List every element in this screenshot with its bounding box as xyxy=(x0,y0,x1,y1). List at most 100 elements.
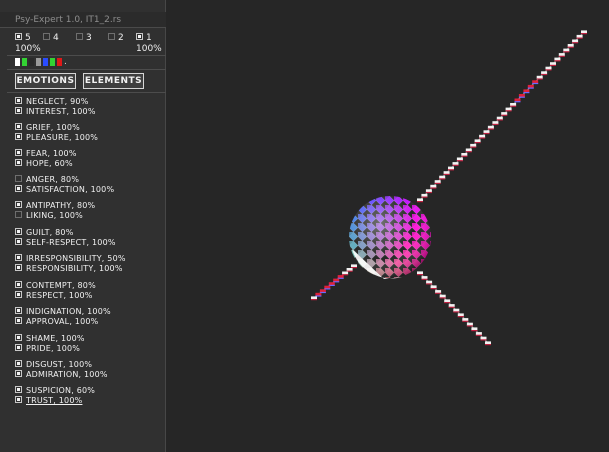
axis-bead-edge xyxy=(527,87,534,89)
checkbox-icon xyxy=(15,123,22,130)
emotion-label: LIKING, 100% xyxy=(26,211,83,220)
axis-bead-edge xyxy=(514,101,521,103)
checkbox-icon xyxy=(15,307,22,314)
axis-bead-edge xyxy=(453,311,460,313)
axis-bead-edge xyxy=(434,182,441,184)
color-swatch[interactable] xyxy=(57,58,62,66)
checkbox-icon xyxy=(136,33,143,40)
emotion-item[interactable]: ANGER, 80% xyxy=(15,175,114,185)
sphere-facet xyxy=(429,240,431,251)
emotion-item[interactable]: PRIDE, 100% xyxy=(15,344,85,354)
emotion-item[interactable]: CONTEMPT, 80% xyxy=(15,281,96,291)
axis-bead-edge xyxy=(439,297,446,299)
checkbox-icon xyxy=(108,33,115,40)
axis-bead-edge xyxy=(465,151,472,153)
sphere-facet xyxy=(349,196,354,201)
sphere-facet xyxy=(429,267,431,278)
axis-bead-edge xyxy=(501,114,508,116)
checkbox-icon xyxy=(15,317,22,324)
emotion-item[interactable]: SHAME, 100% xyxy=(15,334,85,344)
axis-bead-edge xyxy=(430,288,437,290)
emotion-label: CONTEMPT, 80% xyxy=(26,281,96,290)
color-swatch[interactable] xyxy=(29,58,34,66)
emotion-item[interactable]: APPROVAL, 100% xyxy=(15,317,111,327)
axis-bead-edge xyxy=(448,306,455,308)
emotion-item[interactable]: SATISFACTION, 100% xyxy=(15,185,114,195)
axis-bead-edge xyxy=(487,128,494,130)
checkbox-icon xyxy=(15,291,22,298)
emotion-label: DISGUST, 100% xyxy=(26,360,93,369)
emotion-item[interactable]: INTEREST, 100% xyxy=(15,107,96,117)
emotion-item[interactable]: GUILT, 80% xyxy=(15,228,116,238)
emotion-item[interactable]: HOPE, 60% xyxy=(15,159,77,169)
axis-bead-edge xyxy=(475,334,482,336)
emotion-item[interactable]: INDIGNATION, 100% xyxy=(15,307,111,317)
range-max-value: 100% xyxy=(136,44,162,54)
emotion-label: TRUST, 100% xyxy=(26,396,83,405)
sphere-facet xyxy=(429,258,431,269)
axis-bead-edge xyxy=(550,64,556,66)
emotion-item[interactable]: DISGUST, 100% xyxy=(15,360,108,370)
checkbox-icon xyxy=(15,159,22,166)
axis-bead-edge xyxy=(471,330,478,332)
emotion-item[interactable]: LIKING, 100% xyxy=(15,211,95,221)
level-2-checkbox[interactable]: 2 xyxy=(108,33,124,43)
sphere-facet xyxy=(367,196,372,201)
sphere-facet xyxy=(349,276,359,278)
sphere-facet xyxy=(357,196,368,206)
color-swatch[interactable] xyxy=(15,58,20,66)
axis-bead-edge xyxy=(421,278,428,280)
emotion-item[interactable]: IRRESPONSIBILITY, 50% xyxy=(15,254,126,264)
sphere-facet xyxy=(412,277,417,278)
axis-bead-edge xyxy=(572,42,579,44)
emotion-item[interactable]: RESPONSIBILITY, 100% xyxy=(15,264,126,274)
emotion-item[interactable]: FEAR, 100% xyxy=(15,149,77,159)
level-5-checkbox[interactable]: 5 xyxy=(15,33,31,43)
sphere-facet xyxy=(429,231,431,242)
level-1-checkbox[interactable]: 1 xyxy=(136,33,152,43)
emotion-label: SHAME, 100% xyxy=(26,334,85,343)
3d-viewport[interactable] xyxy=(166,0,609,452)
control-panel: Psy-Expert 1.0, IT1_2.rs 5 4 3 2 1 100% … xyxy=(0,0,166,452)
axis-bead-edge xyxy=(456,160,463,162)
sphere-facet xyxy=(430,259,431,264)
emotion-label: GUILT, 80% xyxy=(26,228,74,237)
emotion-item[interactable]: SUSPICION, 60% xyxy=(15,386,95,396)
axis-bead-edge xyxy=(480,339,487,341)
sphere-shade xyxy=(349,196,431,278)
checkbox-icon xyxy=(15,386,22,393)
level-3-checkbox[interactable]: 3 xyxy=(76,33,92,43)
emotion-pair: DISGUST, 100% ADMIRATION, 100% xyxy=(15,360,108,380)
color-swatch[interactable] xyxy=(50,58,55,66)
emotion-item[interactable]: TRUST, 100% xyxy=(15,396,95,406)
axis-bead-edge xyxy=(461,155,468,157)
axis-bead-edge xyxy=(532,82,539,85)
tab-elements[interactable]: ELEMENTS xyxy=(83,73,144,89)
emotion-item[interactable]: PLEASURE, 100% xyxy=(15,133,98,143)
emotion-sphere-scene[interactable] xyxy=(166,0,609,452)
axis-bead-edge xyxy=(421,196,428,198)
axis-bead-edge xyxy=(581,33,587,35)
sphere-facet xyxy=(412,196,417,201)
emotion-item[interactable]: NEGLECT, 90% xyxy=(15,97,96,107)
axis-bead-edge xyxy=(505,110,512,112)
axis-bead-edge xyxy=(483,132,490,135)
emotion-item[interactable]: SELF-RESPECT, 100% xyxy=(15,238,116,248)
color-swatch[interactable] xyxy=(22,58,27,66)
emotion-pair: GUILT, 80% SELF-RESPECT, 100% xyxy=(15,228,116,248)
emotion-item[interactable]: GRIEF, 100% xyxy=(15,123,98,133)
range-min-value: 100% xyxy=(15,44,41,54)
emotion-sphere[interactable] xyxy=(349,196,439,286)
emotion-item[interactable]: ANTIPATHY, 80% xyxy=(15,201,95,211)
color-swatch[interactable] xyxy=(43,58,48,66)
sphere-facet xyxy=(358,277,363,278)
level-4-checkbox[interactable]: 4 xyxy=(43,33,59,43)
swatch-tail: . xyxy=(64,57,67,67)
divider xyxy=(7,92,166,93)
sphere-facet xyxy=(430,214,431,219)
emotion-item[interactable]: ADMIRATION, 100% xyxy=(15,370,108,380)
emotion-pair: IRRESPONSIBILITY, 50% RESPONSIBILITY, 100… xyxy=(15,254,126,274)
emotion-item[interactable]: RESPECT, 100% xyxy=(15,291,96,301)
color-swatch[interactable] xyxy=(36,58,41,66)
tab-emotions[interactable]: EMOTIONS xyxy=(15,73,76,89)
